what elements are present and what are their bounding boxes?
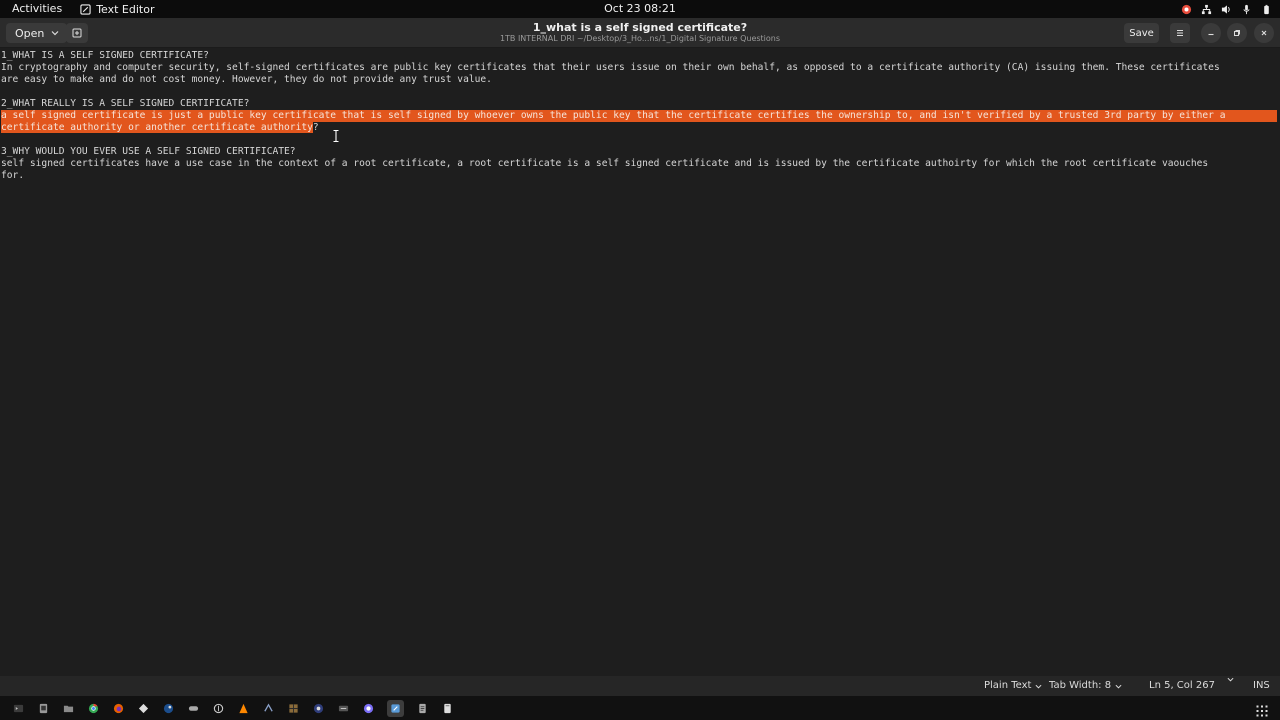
chevron-down-icon [1227,677,1234,682]
text-line[interactable]: 2_WHAT REALLY IS A SELF SIGNED CERTIFICA… [1,98,1277,110]
app-name: Text Editor [96,2,155,16]
battery-icon[interactable] [1260,3,1272,15]
text-line[interactable] [1,134,1277,146]
cursor-position: Ln 5, Col 267 [1149,680,1215,691]
activities-button[interactable]: Activities [0,0,74,18]
document-icon[interactable] [416,702,429,715]
chevron-down-icon [1115,684,1122,689]
language-selector[interactable]: Plain Text [984,676,1042,696]
text-line[interactable]: self signed certificates have a use case… [1,158,1277,170]
microphone-icon[interactable] [1240,3,1252,15]
save-button[interactable]: Save [1124,23,1159,43]
chevron-down-icon [1035,684,1042,689]
steam-icon[interactable] [162,702,175,715]
app4-icon[interactable] [312,702,325,715]
text-content[interactable]: 1_WHAT IS A SELF SIGNED CERTIFICATE? In … [1,50,1277,182]
files-icon[interactable] [37,702,50,715]
tab-width-label: Tab Width: 8 [1049,680,1112,691]
tab-width-selector[interactable]: Tab Width: 8 [1049,676,1122,696]
open-button[interactable]: Open [6,23,68,43]
chevron-down-icon [51,31,59,36]
app5-icon[interactable] [337,702,350,715]
insert-mode[interactable]: INS [1253,676,1270,696]
file-path: 1TB INTERNAL DRI ~/Desktop/3_Ho...ns/1_D… [499,34,781,43]
trash-icon[interactable] [441,702,454,715]
main-menu-button[interactable] [1170,23,1190,43]
restore-button[interactable] [1227,23,1247,43]
open-label: Open [15,26,45,40]
text-line[interactable]: for. [1,170,1277,182]
restore-icon [1234,30,1240,36]
system-tray[interactable] [1180,0,1272,18]
app2-icon[interactable] [262,702,275,715]
close-button[interactable] [1254,23,1274,43]
minimize-button[interactable] [1201,23,1221,43]
window-title: 1_what is a self signed certificate? [532,21,748,34]
status-bar: Plain Text Tab Width: 8 Ln 5, Col 267 IN… [0,676,1280,696]
minimize-icon [1208,33,1214,36]
folder-icon[interactable] [62,702,75,715]
app3-icon[interactable] [287,702,300,715]
text-line[interactable]: are easy to make and do not cost money. … [1,74,1277,86]
new-tab-button[interactable] [66,23,88,43]
new-document-icon [72,28,82,38]
text-editor-icon [80,3,91,15]
show-apps-icon[interactable] [1256,702,1268,717]
volume-icon[interactable] [1220,3,1232,15]
hamburger-menu-icon [1177,29,1183,37]
dock [0,696,1280,720]
language-label: Plain Text [984,680,1032,691]
position-dropdown[interactable] [1227,676,1234,683]
firefox-icon[interactable] [112,702,125,715]
text-editor-icon[interactable] [387,699,404,717]
vpn-icon[interactable] [212,702,225,715]
network-icon[interactable] [1200,3,1212,15]
app-menu[interactable]: Text Editor [74,3,160,16]
unselected-text[interactable]: ? [313,122,319,133]
ibeam-cursor-icon [333,129,339,143]
chat-icon[interactable] [362,702,375,715]
title-box: 1_what is a self signed certificate? 1TB… [340,22,940,44]
text-line[interactable] [1,86,1277,98]
terminal-icon[interactable] [12,702,25,715]
header-bar: Open 1_what is a self signed certificate… [0,18,1280,48]
selected-text-line[interactable]: a self signed certificate is just a publ… [1,110,1277,122]
cursor-position-selector[interactable]: Ln 5, Col 267 [1149,676,1215,696]
insert-mode-label: INS [1253,680,1270,691]
game-icon[interactable] [187,702,200,715]
text-line[interactable]: 1_WHAT IS A SELF SIGNED CERTIFICATE? [1,50,1277,62]
text-view[interactable]: 1_WHAT IS A SELF SIGNED CERTIFICATE? In … [0,48,1280,676]
selected-text[interactable]: certificate authority or another certifi… [1,122,313,133]
chrome-tray-icon[interactable] [1180,3,1192,15]
chrome-icon[interactable] [87,702,100,715]
close-icon [1261,30,1267,36]
app-icon[interactable] [137,702,150,715]
top-bar: Activities Text Editor Oct 23 08:21 [0,0,1280,18]
text-line-partial-selection[interactable]: certificate authority or another certifi… [1,122,1277,134]
text-line[interactable]: In cryptography and computer security, s… [1,62,1277,74]
text-line[interactable]: 3_WHY WOULD YOU EVER USE A SELF SIGNED C… [1,146,1277,158]
clock[interactable]: Oct 23 08:21 [604,2,676,15]
vlc-icon[interactable] [237,702,250,715]
